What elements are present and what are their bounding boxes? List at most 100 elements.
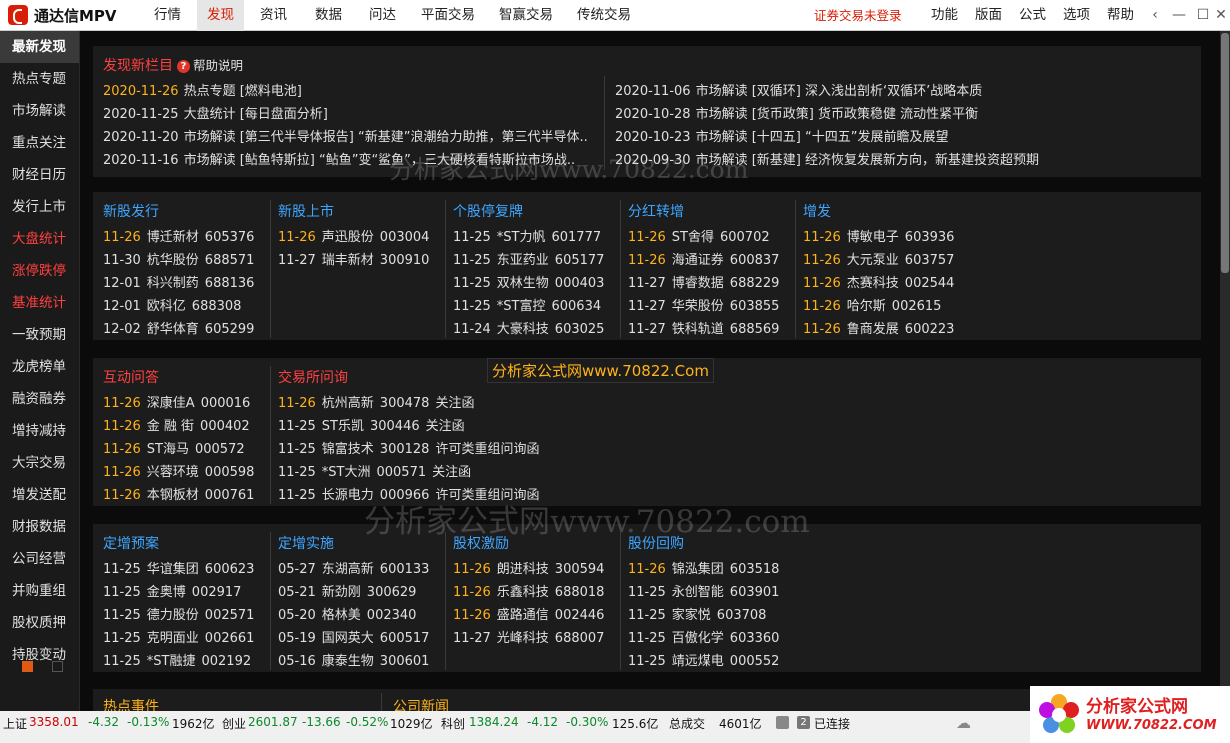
stock-row[interactable]: 11-25 东亚药业 605177 (453, 249, 604, 268)
stock-row[interactable]: 11-25 *ST富控 600634 (453, 295, 601, 314)
column-title[interactable]: 新股发行 (103, 201, 159, 221)
stock-row[interactable]: 11-25 *ST大洲 000571 关注函 (278, 461, 471, 480)
stock-row[interactable]: 12-01 欧科亿 688308 (103, 295, 241, 314)
sidebar-item[interactable]: 大盘统计 (0, 223, 79, 255)
stock-row[interactable]: 05-16 康泰生物 300601 (278, 650, 429, 669)
stock-row[interactable]: 11-26 乐鑫科技 688018 (453, 581, 604, 600)
stock-row[interactable]: 05-27 东湖高新 600133 (278, 558, 429, 577)
stock-row[interactable]: 11-26 声迅股份 003004 (278, 226, 429, 245)
sidebar-item[interactable]: 涨停跌停 (0, 255, 79, 287)
stock-row[interactable]: 11-26 杭州高新 300478 关注函 (278, 392, 474, 411)
sidebar-page-icon[interactable] (52, 661, 63, 672)
sh-label[interactable]: 上证 (3, 715, 27, 732)
minimize-icon[interactable]: — (1170, 6, 1188, 24)
menu-0[interactable]: 行情 (144, 0, 191, 31)
sidebar-item[interactable]: 增持减持 (0, 415, 79, 447)
menu-3[interactable]: 数据 (305, 0, 352, 31)
sidebar-item[interactable]: 发行上市 (0, 191, 79, 223)
stock-row[interactable]: 11-25 克明面业 002661 (103, 627, 254, 646)
cy-label[interactable]: 创业 (222, 715, 246, 732)
kc-label[interactable]: 科创 (441, 715, 465, 732)
column-title[interactable]: 新股上市 (278, 201, 334, 221)
stock-row[interactable]: 11-25 *ST力帆 601777 (453, 226, 601, 245)
stock-row[interactable]: 11-25 金奥博 002917 (103, 581, 241, 600)
sidebar-item[interactable]: 一致预期 (0, 319, 79, 351)
discover-item[interactable]: 2020-11-26 热点专题 [燃料电池] (103, 80, 302, 99)
sidebar-item[interactable]: 基准统计 (0, 287, 79, 319)
stock-row[interactable]: 11-25 *ST融捷 002192 (103, 650, 251, 669)
stock-row[interactable]: 11-26 ST海马 000572 (103, 438, 245, 457)
column-title[interactable]: 交易所问询 (278, 367, 348, 387)
menu-1[interactable]: 发现 (197, 0, 244, 31)
sidebar-item[interactable]: 市场解读 (0, 95, 79, 127)
stock-row[interactable]: 05-19 国网英大 600517 (278, 627, 429, 646)
stock-row[interactable]: 11-25 家家悦 603708 (628, 604, 766, 623)
stock-row[interactable]: 11-26 盛路通信 002446 (453, 604, 604, 623)
stock-row[interactable]: 11-25 ST乐凯 300446 关注函 (278, 415, 465, 434)
stock-row[interactable]: 11-25 靖远煤电 000552 (628, 650, 779, 669)
column-title[interactable]: 个股停复牌 (453, 201, 523, 221)
cloud-icon[interactable]: ☁ (956, 714, 971, 732)
column-title[interactable]: 分红转增 (628, 201, 684, 221)
menu-help[interactable]: 帮助 (1107, 0, 1134, 31)
back-icon[interactable]: ‹ (1146, 6, 1164, 24)
stock-row[interactable]: 12-02 舒华体育 605299 (103, 318, 254, 337)
stock-row[interactable]: 05-20 格林美 002340 (278, 604, 416, 623)
stock-row[interactable]: 11-26 朗进科技 300594 (453, 558, 604, 577)
menu-formula[interactable]: 公式 (1019, 0, 1046, 31)
stock-row[interactable]: 11-26 鲁商发展 600223 (803, 318, 954, 337)
connection-status[interactable]: 已连接 (814, 715, 850, 732)
sidebar-item[interactable]: 大宗交易 (0, 447, 79, 479)
sidebar-item[interactable]: 龙虎榜单 (0, 351, 79, 383)
column-title[interactable]: 互动问答 (103, 367, 159, 387)
menu-5[interactable]: 平面交易 (411, 0, 485, 31)
stock-row[interactable]: 11-27 华荣股份 603855 (628, 295, 779, 314)
column-title[interactable]: 增发 (803, 201, 831, 221)
stock-row[interactable]: 12-01 科兴制药 688136 (103, 272, 254, 291)
sidebar-item[interactable]: 增发送配 (0, 479, 79, 511)
sidebar-item[interactable]: 重点关注 (0, 127, 79, 159)
stock-row[interactable]: 11-26 大元泵业 603757 (803, 249, 954, 268)
stock-row[interactable]: 11-26 锦泓集团 603518 (628, 558, 779, 577)
login-status[interactable]: 证券交易未登录 (814, 0, 902, 31)
sidebar-item[interactable]: 热点专题 (0, 63, 79, 95)
discover-item[interactable]: 2020-11-06 市场解读 [双循环] 深入浅出剖析‘双循环’战略本质 (615, 80, 982, 99)
column-title[interactable]: 定增预案 (103, 533, 159, 553)
column-title[interactable]: 定增实施 (278, 533, 334, 553)
menu-2[interactable]: 资讯 (250, 0, 297, 31)
stock-row[interactable]: 11-30 杭华股份 688571 (103, 249, 254, 268)
stock-row[interactable]: 11-26 兴蓉环境 000598 (103, 461, 254, 480)
sidebar-item[interactable]: 持股变动 (0, 639, 79, 671)
sidebar-item[interactable]: 财报数据 (0, 511, 79, 543)
sidebar-item[interactable]: 财经日历 (0, 159, 79, 191)
stock-row[interactable]: 11-26 金 融 街 000402 (103, 415, 250, 434)
maximize-icon[interactable]: ☐ (1194, 6, 1212, 24)
discover-item[interactable]: 2020-11-20 市场解读 [第三代半导体报告] “新基建”浪潮给力助推，第三… (103, 126, 588, 145)
stock-row[interactable]: 11-26 博敏电子 603936 (803, 226, 954, 245)
menu-6[interactable]: 智赢交易 (489, 0, 563, 31)
sidebar-item[interactable]: 融资融券 (0, 383, 79, 415)
stock-row[interactable]: 05-21 新劲刚 300629 (278, 581, 416, 600)
stock-row[interactable]: 11-26 杰赛科技 002544 (803, 272, 954, 291)
company-news-title[interactable]: 公司新闻 (393, 696, 449, 711)
sidebar-item[interactable]: 股权质押 (0, 607, 79, 639)
stock-row[interactable]: 11-24 大豪科技 603025 (453, 318, 604, 337)
hot-events-title[interactable]: 热点事件 (103, 696, 159, 711)
menu-4[interactable]: 问达 (359, 0, 406, 31)
stock-row[interactable]: 11-25 双林生物 000403 (453, 272, 604, 291)
help-icon[interactable]: ? (177, 60, 190, 73)
stock-row[interactable]: 11-27 瑞丰新材 300910 (278, 249, 429, 268)
stock-row[interactable]: 11-27 博睿数据 688229 (628, 272, 779, 291)
menu-layout[interactable]: 版面 (975, 0, 1002, 31)
discover-item[interactable]: 2020-10-28 市场解读 [货币政策] 货币政策稳健 流动性紧平衡 (615, 103, 978, 122)
stock-row[interactable]: 11-26 哈尔斯 002615 (803, 295, 941, 314)
menu-function[interactable]: 功能 (931, 0, 958, 31)
stock-row[interactable]: 11-26 本钢板材 000761 (103, 484, 254, 503)
sidebar-page-active-icon[interactable] (22, 661, 33, 672)
stock-row[interactable]: 11-25 百傲化学 603360 (628, 627, 779, 646)
discover-item[interactable]: 2020-10-23 市场解读 [十四五] “十四五”发展前瞻及展望 (615, 126, 948, 145)
stock-row[interactable]: 11-27 铁科轨道 688569 (628, 318, 779, 337)
sidebar-item[interactable]: 并购重组 (0, 575, 79, 607)
sidebar-item[interactable]: 公司经营 (0, 543, 79, 575)
stock-row[interactable]: 11-26 深康佳A 000016 (103, 392, 250, 411)
